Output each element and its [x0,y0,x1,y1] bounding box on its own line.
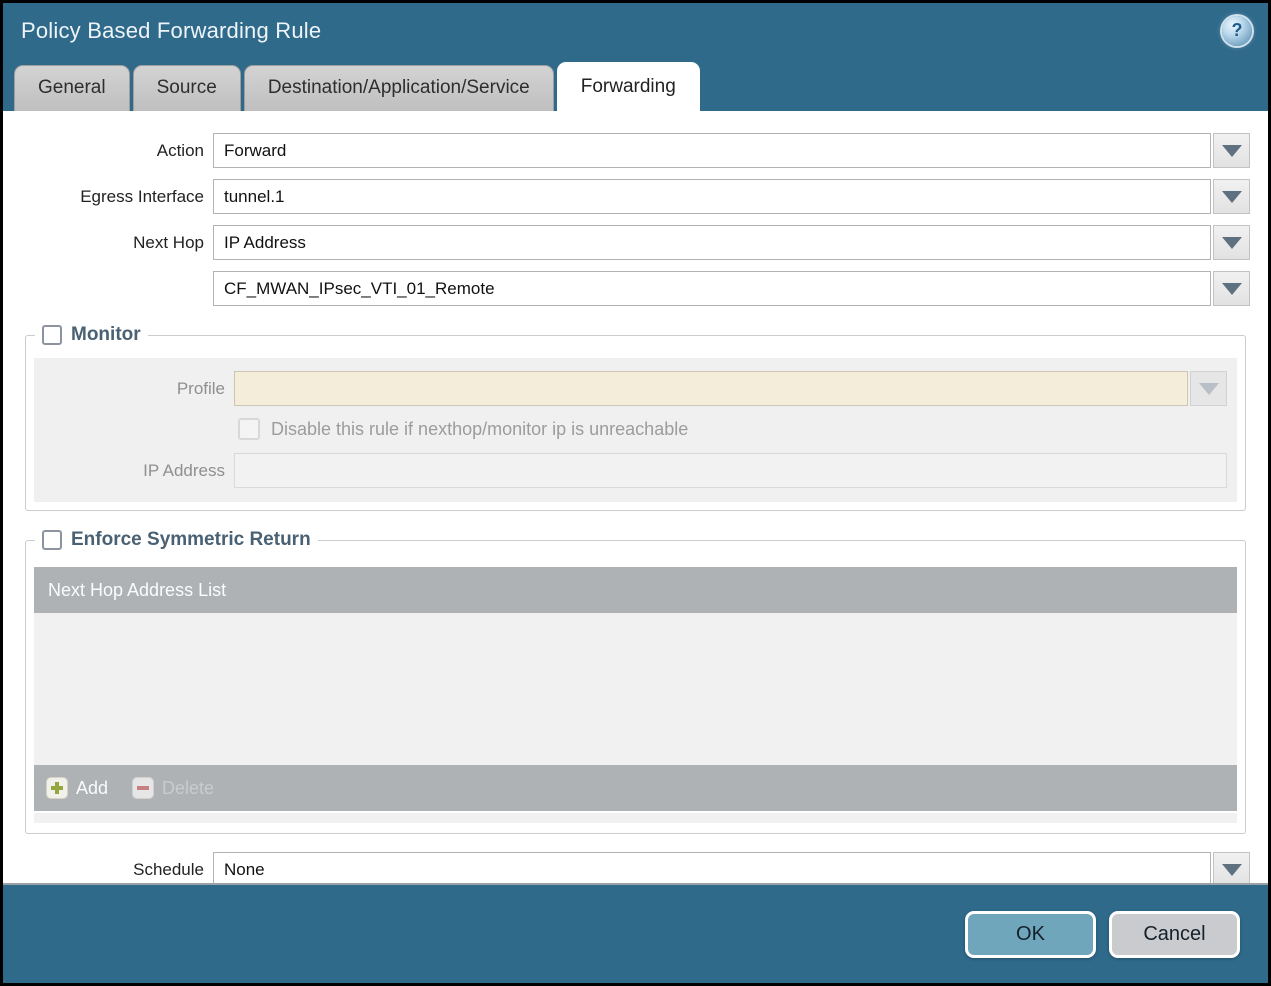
egress-interface-dropdown-button[interactable] [1213,179,1250,214]
tab-bar: General Source Destination/Application/S… [3,58,1268,111]
chevron-down-icon [1221,236,1242,249]
tab-panel-forwarding: Action Forward Egress Interface tunnel.1… [3,111,1268,885]
egress-interface-label: Egress Interface [80,186,204,206]
monitor-ip-address-field [234,453,1227,488]
minus-icon [132,777,155,799]
titlebar: Policy Based Forwarding Rule ? [3,3,1268,58]
profile-dropdown-button [1190,371,1227,406]
add-button-label: Add [76,777,109,798]
action-row: Action Forward [21,133,1250,168]
schedule-dropdown-button[interactable] [1213,852,1250,883]
monitor-group: Monitor Profile Disable this rule if nex… [25,324,1246,511]
cancel-button[interactable]: Cancel [1109,910,1240,958]
delete-button: Delete [132,777,214,799]
next-hop-row: Next Hop IP Address [21,225,1250,260]
add-button[interactable]: Add [46,777,108,799]
next-hop-address-list-header: Next Hop Address List [34,567,1237,613]
chevron-down-icon [1221,282,1242,295]
egress-interface-row: Egress Interface tunnel.1 [21,179,1250,214]
enforce-symmetric-return-legend: Enforce Symmetric Return [35,529,318,551]
next-hop-address-list-table: Next Hop Address List Add Delete [34,567,1237,823]
tab-general[interactable]: General [14,65,130,111]
enforce-symmetric-return-checkbox[interactable] [42,530,62,550]
tab-forwarding[interactable]: Forwarding [556,62,700,111]
action-field[interactable]: Forward [213,133,1211,168]
chevron-down-icon [1198,382,1219,395]
next-hop-address-dropdown-button[interactable] [1213,271,1250,306]
disable-rule-row: Disable this rule if nexthop/monitor ip … [238,418,1237,440]
next-hop-address-list-body[interactable] [34,613,1237,765]
profile-row: Profile [34,371,1227,406]
monitor-legend: Monitor [35,324,148,346]
monitor-ip-address-row: IP Address [34,453,1227,488]
action-dropdown-button[interactable] [1213,133,1250,168]
monitor-checkbox[interactable] [42,325,62,345]
table-bottom-strip [34,813,1237,823]
monitor-legend-label: Monitor [71,324,141,345]
dialog-policy-based-forwarding-rule: Policy Based Forwarding Rule ? General S… [3,3,1268,983]
tab-source[interactable]: Source [132,65,241,111]
next-hop-type-dropdown-button[interactable] [1213,225,1250,260]
next-hop-label: Next Hop [133,232,204,252]
enforce-symmetric-return-legend-label: Enforce Symmetric Return [71,529,311,550]
next-hop-type-field[interactable]: IP Address [213,225,1211,260]
profile-field [234,371,1188,406]
schedule-label: Schedule [133,859,204,879]
profile-label: Profile [176,378,225,398]
tab-destination-application-service[interactable]: Destination/Application/Service [243,65,554,111]
chevron-down-icon [1221,190,1242,203]
next-hop-address-field[interactable]: CF_MWAN_IPsec_VTI_01_Remote [213,271,1211,306]
disable-rule-label: Disable this rule if nexthop/monitor ip … [271,418,689,439]
dialog-footer: OK Cancel [3,885,1268,983]
help-icon[interactable]: ? [1222,15,1252,46]
action-label: Action [156,140,204,160]
monitor-panel: Profile Disable this rule if nexthop/mon… [34,358,1237,502]
chevron-down-icon [1221,144,1242,157]
egress-interface-field[interactable]: tunnel.1 [213,179,1211,214]
monitor-ip-address-label: IP Address [143,460,225,480]
schedule-field[interactable]: None [213,852,1211,883]
enforce-symmetric-return-group: Enforce Symmetric Return Next Hop Addres… [25,529,1246,834]
disable-rule-checkbox [238,418,260,440]
plus-icon [46,777,68,799]
next-hop-address-list-toolbar: Add Delete [34,765,1237,811]
delete-button-label: Delete [162,777,215,798]
ok-button[interactable]: OK [965,910,1096,958]
dialog-title: Policy Based Forwarding Rule [21,17,322,43]
next-hop-address-row: CF_MWAN_IPsec_VTI_01_Remote [21,271,1250,306]
schedule-row: Schedule None [21,852,1250,883]
chevron-down-icon [1221,863,1242,876]
